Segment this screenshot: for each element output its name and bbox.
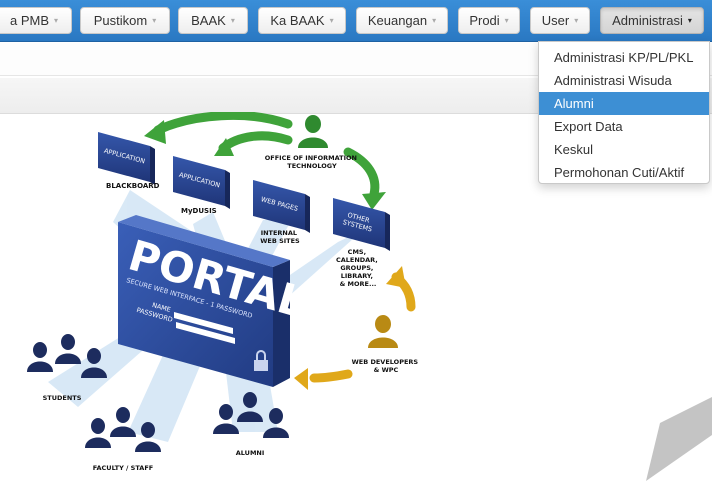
caret-down-icon: ▾ [687, 16, 692, 25]
nav-pustikom-button[interactable]: Pustikom ▾ [80, 7, 170, 34]
nav-baak-label: BAAK [191, 13, 226, 28]
menu-item-administrasi-wisuda[interactable]: Administrasi Wisuda [539, 69, 709, 92]
nav-baak-button[interactable]: BAAK ▾ [178, 7, 248, 34]
oit-person-icon [298, 115, 328, 148]
nav-pmb-button[interactable]: a PMB ▾ [0, 7, 72, 34]
label-blackboard: BLACKBOARD [106, 182, 160, 190]
portal-illustration: APPLICATION BLACKBOARD APPLICATION MyDUS… [27, 112, 421, 472]
caret-down-icon: ▾ [432, 16, 437, 25]
app-box-mydusis: APPLICATION [173, 156, 230, 209]
label-other-systems: CMS, CALENDAR, GROUPS, LIBRARY, & MORE..… [336, 248, 380, 288]
caret-down-icon: ▾ [230, 16, 235, 25]
nav-keuangan-label: Keuangan [367, 13, 428, 28]
nav-ka-baak-label: Ka BAAK [270, 13, 325, 28]
nav-pustikom-label: Pustikom [93, 13, 148, 28]
caret-down-icon: ▾ [152, 16, 157, 25]
caret-down-icon: ▾ [54, 16, 59, 25]
administrasi-dropdown-menu: Administrasi KP/PL/PKL Administrasi Wisu… [538, 41, 710, 184]
nav-prodi-button[interactable]: Prodi ▾ [458, 7, 520, 34]
caret-down-icon: ▾ [504, 16, 509, 25]
label-alumni: ALUMNI [236, 449, 265, 457]
corner-decoration [646, 397, 712, 481]
webdev-person-icon [368, 315, 398, 348]
top-navbar: a PMB ▾ Pustikom ▾ BAAK ▾ Ka BAAK ▾ Keua… [0, 0, 712, 42]
label-internal-websites: INTERNAL WEB SITES [260, 229, 300, 245]
nav-ka-baak-button[interactable]: Ka BAAK ▾ [258, 7, 346, 34]
menu-item-export-data[interactable]: Export Data [539, 115, 709, 138]
menu-item-alumni[interactable]: Alumni [539, 92, 709, 115]
caret-down-icon: ▾ [329, 16, 334, 25]
nav-user-label: User [541, 13, 570, 28]
nav-administrasi-label: Administrasi [612, 13, 683, 28]
label-students: STUDENTS [43, 394, 82, 402]
label-web-developers: WEB DEVELOPERS & WPC [352, 358, 421, 374]
menu-item-keskul[interactable]: Keskul [539, 138, 709, 161]
nav-user-button[interactable]: User ▾ [530, 7, 590, 34]
label-faculty: FACULTY / STAFF [93, 464, 153, 472]
nav-prodi-label: Prodi [469, 13, 500, 28]
label-oit: OFFICE OF INFORMATION TECHNOLOGY [265, 154, 359, 170]
menu-item-permohonan-cuti[interactable]: Permohonan Cuti/Aktif [539, 161, 709, 184]
nav-administrasi-button[interactable]: Administrasi ▾ [600, 7, 704, 34]
menu-item-administrasi-kp[interactable]: Administrasi KP/PL/PKL [539, 46, 709, 69]
nav-keuangan-button[interactable]: Keuangan ▾ [356, 7, 448, 34]
app-box-blackboard: APPLICATION [98, 132, 155, 185]
nav-pmb-label: a PMB [9, 13, 49, 28]
label-mydusis: MyDUSIS [181, 207, 217, 215]
caret-down-icon: ▾ [574, 16, 579, 25]
